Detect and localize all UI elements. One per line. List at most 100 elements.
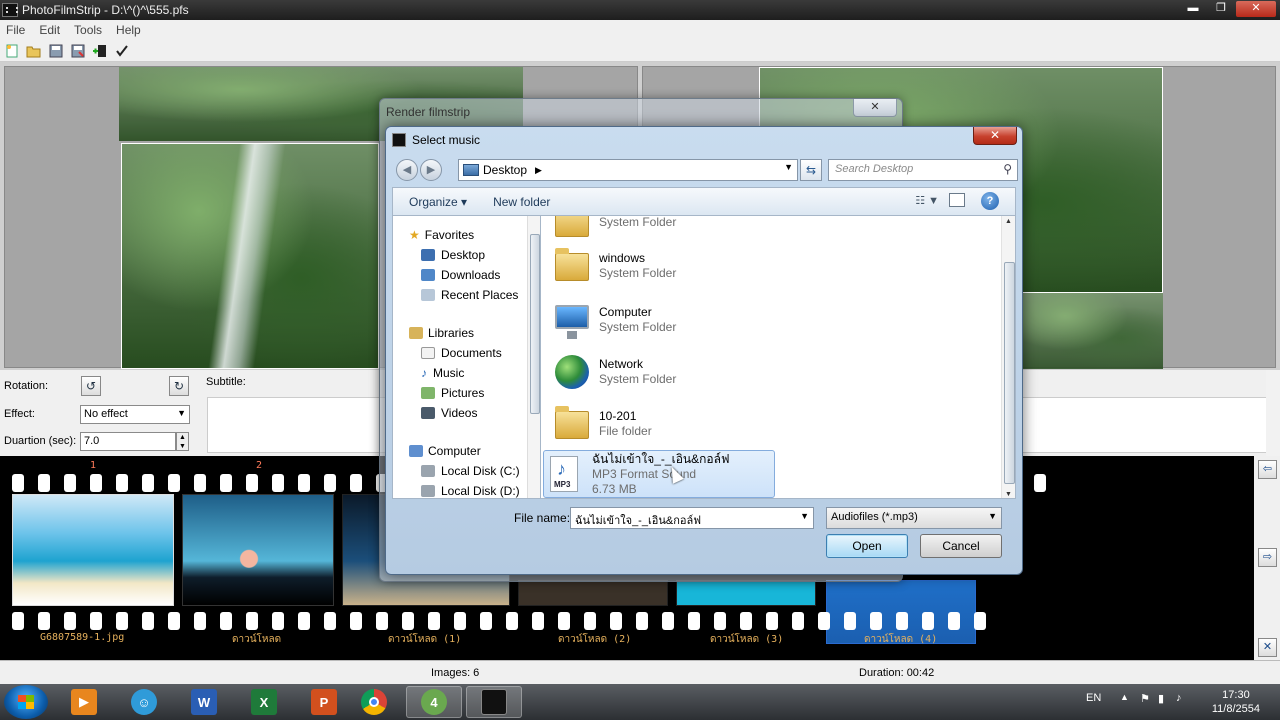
nav-libraries[interactable]: Libraries [409, 324, 474, 342]
taskbar-photofilmstrip[interactable] [466, 686, 522, 718]
file-item-network[interactable]: Network System Folder [551, 348, 783, 396]
chevron-down-icon[interactable]: ▼ [784, 162, 793, 172]
forward-icon[interactable]: ▶ [420, 159, 442, 181]
sprocket-hole [714, 612, 726, 630]
nav-recent-places[interactable]: Recent Places [421, 286, 518, 304]
close-button[interactable]: ✕ [1236, 1, 1276, 17]
save-as-icon[interactable] [69, 42, 87, 60]
nav-local-disk-c[interactable]: Local Disk (C:) [421, 462, 520, 480]
sprocket-hole [246, 612, 258, 630]
refresh-icon[interactable]: ⇆ [800, 159, 822, 181]
nav-documents[interactable]: Documents [421, 344, 502, 362]
nav-downloads[interactable]: Downloads [421, 266, 500, 284]
file-type: System Folder [599, 215, 677, 229]
restore-button[interactable]: ❐ [1208, 1, 1234, 17]
taskbar-word[interactable]: W [176, 686, 232, 718]
taskbar-app-green[interactable]: 4 [406, 686, 462, 718]
file-item-mp3[interactable]: ♪ MP3 ฉันไม่เข้าใจ_-_เอิน&กอล์ฟ MP3 Format… [543, 450, 775, 498]
nav-desktop[interactable]: Desktop [421, 246, 485, 264]
taskbar-messenger[interactable]: ☺ [116, 686, 172, 718]
music-dialog-titlebar: Select music [392, 133, 480, 147]
taskbar-powerpoint[interactable]: P [296, 686, 352, 718]
new-folder-button[interactable]: New folder [493, 195, 550, 209]
menu-file[interactable]: File [6, 23, 25, 37]
render-check-icon[interactable] [113, 42, 131, 60]
scroll-up-icon[interactable]: ▲ [1005, 218, 1012, 225]
chevron-down-icon[interactable]: ▼ [988, 511, 997, 521]
menu-tools[interactable]: Tools [74, 23, 102, 37]
address-bar[interactable]: Desktop ▶ ▼ [458, 159, 798, 181]
breadcrumb-chevron-icon[interactable]: ▶ [535, 165, 542, 176]
taskbar-excel[interactable]: X [236, 686, 292, 718]
music-dialog-close-button[interactable]: ✕ [973, 127, 1017, 145]
effect-select[interactable]: No effect ▼ [80, 405, 190, 424]
clock[interactable]: 17:30 11/8/2554 [1212, 688, 1260, 716]
sprocket-hole [64, 612, 76, 630]
file-size: 6.73 MB [592, 481, 637, 496]
nav-pictures[interactable]: Pictures [421, 384, 484, 402]
scroll-thumb[interactable] [1004, 262, 1015, 484]
show-hidden-icons-icon[interactable]: ▲ [1120, 692, 1129, 702]
organize-button[interactable]: Organize ▾ [409, 195, 467, 209]
sprocket-hole [792, 612, 804, 630]
scroll-thumb[interactable] [530, 234, 540, 414]
help-icon[interactable]: ? [981, 192, 999, 210]
back-icon[interactable]: ◀ [396, 159, 418, 181]
file-type-select[interactable]: Audiofiles (*.mp3) ▼ [826, 507, 1002, 529]
remove-icon[interactable]: ✕ [1258, 638, 1277, 657]
open-button[interactable]: Open [826, 534, 908, 558]
media-player-icon: ▶ [71, 689, 97, 715]
battery-icon[interactable]: ▮ [1158, 692, 1164, 705]
new-icon[interactable] [3, 42, 21, 60]
navigation-row: ◀ ▶ Desktop ▶ ▼ ⇆ Search Desktop ⚲ [392, 157, 1018, 183]
sprocket-hole [116, 612, 128, 630]
menu-edit[interactable]: Edit [39, 23, 60, 37]
file-item-10-201[interactable]: 10-201 File folder [551, 400, 783, 448]
nav-computer[interactable]: Computer [409, 442, 481, 460]
change-view-icon[interactable]: ☷ ▼ [915, 194, 939, 207]
scroll-down-icon[interactable]: ▼ [1005, 491, 1012, 498]
thumbnail-4[interactable] [518, 580, 668, 606]
nav-scrollbar[interactable] [527, 216, 540, 498]
file-item-computer[interactable]: Computer System Folder [551, 296, 783, 344]
subtitle-scrollbar[interactable] [1266, 370, 1280, 456]
taskbar-chrome[interactable] [346, 686, 402, 718]
chevron-down-icon[interactable]: ▼ [800, 511, 809, 521]
menu-help[interactable]: Help [116, 23, 141, 37]
sprocket-hole [12, 474, 24, 492]
file-item-windows[interactable]: windows System Folder [551, 242, 783, 290]
taskbar-media-player[interactable]: ▶ [56, 686, 112, 718]
search-input[interactable]: Search Desktop ⚲ [828, 159, 1018, 181]
thumbnail-5[interactable] [676, 580, 816, 606]
move-right-icon[interactable]: ⇨ [1258, 548, 1277, 567]
star-icon: ★ [409, 228, 420, 242]
waterfall-image[interactable] [121, 143, 379, 369]
sprocket-hole [90, 612, 102, 630]
duration-spinner[interactable]: ▲ ▼ [176, 432, 189, 451]
open-icon[interactable] [25, 42, 43, 60]
start-button[interactable] [4, 685, 48, 719]
preview-pane-icon[interactable] [949, 193, 965, 207]
nav-favorites[interactable]: ★ Favorites [409, 226, 474, 244]
language-indicator[interactable]: EN [1086, 692, 1101, 704]
file-name-input[interactable]: ฉันไม่เข้าใจ_-_เอิน&กอล์ฟ ▼ [570, 507, 814, 529]
app-icon [392, 133, 406, 147]
rotate-right-icon[interactable]: ↻ [169, 376, 189, 396]
file-list-scrollbar[interactable]: ▲ ▼ [1001, 216, 1015, 498]
minimize-button[interactable]: ▬ [1180, 1, 1206, 17]
duration-input[interactable]: 7.0 [80, 432, 176, 451]
nav-local-disk-d[interactable]: Local Disk (D:) [421, 482, 520, 498]
nav-label: Favorites [424, 228, 475, 242]
save-icon[interactable] [47, 42, 65, 60]
nav-videos[interactable]: Videos [421, 404, 477, 422]
cancel-button[interactable]: Cancel [920, 534, 1002, 558]
network-icon[interactable]: ⚑ [1140, 692, 1150, 705]
import-pictures-icon[interactable] [91, 42, 109, 60]
nav-music[interactable]: ♪ Music [421, 364, 464, 382]
move-left-icon[interactable]: ⇦ [1258, 460, 1277, 479]
thumbnail-beach[interactable] [12, 494, 174, 606]
rotate-left-icon[interactable]: ↺ [81, 376, 101, 396]
render-dialog-close-button[interactable]: ✕ [853, 99, 897, 117]
thumbnail-deer[interactable] [182, 494, 334, 606]
volume-icon[interactable]: ♪ [1176, 692, 1182, 704]
